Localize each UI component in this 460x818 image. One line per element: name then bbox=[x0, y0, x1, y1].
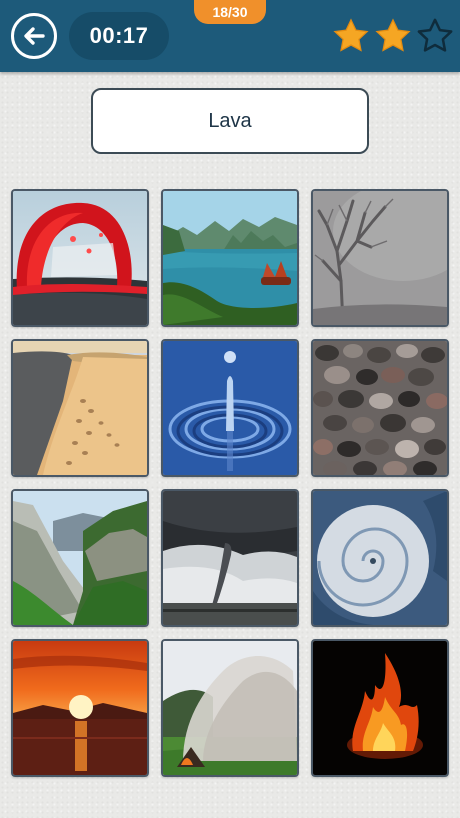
tornado-tile[interactable] bbox=[161, 489, 299, 627]
hurricane-tile[interactable] bbox=[311, 489, 449, 627]
bay-tile[interactable] bbox=[161, 189, 299, 327]
fire-tile[interactable] bbox=[311, 639, 449, 777]
star-empty-icon bbox=[417, 18, 453, 52]
timer: 00:17 bbox=[69, 12, 169, 60]
target-word: Lava bbox=[91, 88, 369, 154]
star-rating bbox=[332, 17, 454, 55]
water-drop-tile[interactable] bbox=[161, 339, 299, 477]
sand-dune-tile[interactable] bbox=[11, 339, 149, 477]
valley-tile[interactable] bbox=[11, 489, 149, 627]
smoke-tile[interactable] bbox=[161, 639, 299, 777]
back-arrow-icon bbox=[24, 27, 45, 45]
back-button[interactable] bbox=[11, 13, 57, 59]
lava-tile[interactable] bbox=[11, 189, 149, 327]
star-filled-icon bbox=[333, 18, 369, 52]
progress-badge: 18/30 bbox=[194, 0, 266, 24]
sunset-tile[interactable] bbox=[11, 639, 149, 777]
pebbles-tile[interactable] bbox=[311, 339, 449, 477]
star-filled-icon bbox=[375, 18, 411, 52]
fog-tile[interactable] bbox=[311, 189, 449, 327]
